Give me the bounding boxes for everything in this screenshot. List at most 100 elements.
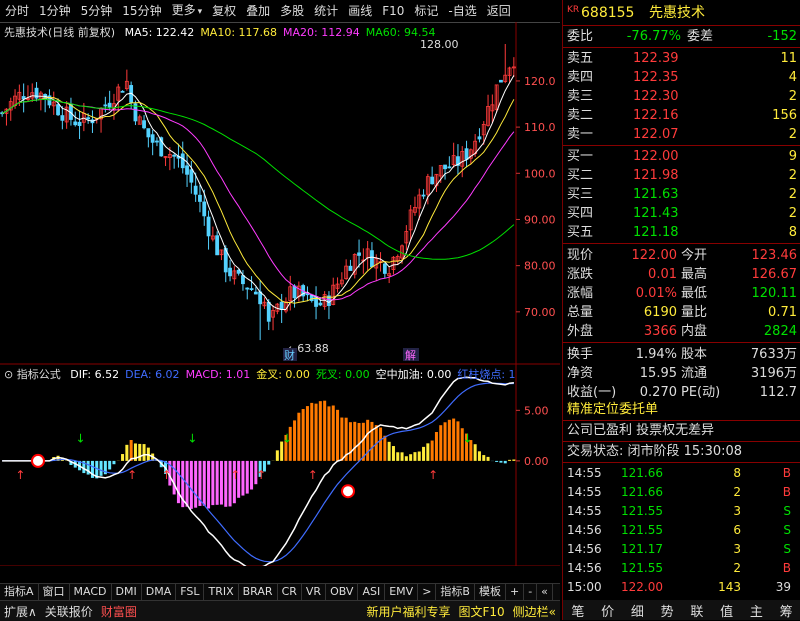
tab-2[interactable]: MACD [70,584,112,600]
tab-14[interactable]: 指标B [436,584,475,600]
menu-item-7[interactable]: 多股 [275,0,309,22]
menu-item-1[interactable]: 1分钟 [34,0,76,22]
status-left-1[interactable]: 关联报价 [41,603,97,620]
status-left-2[interactable]: 财富圈 [97,603,141,620]
candle-body [292,285,297,299]
quote-label-a: 现价 [567,248,594,263]
panel-tab-0[interactable]: 笔 [571,601,584,620]
trade-time: 15:00 [567,580,602,594]
tab-5[interactable]: FSL [176,584,205,600]
sell-row-1[interactable]: 卖四 122.35 4 [563,68,800,87]
menu-item-10[interactable]: F10 [377,0,409,22]
status-right-2[interactable]: 侧边栏« [509,603,560,620]
menu-item-11[interactable]: 标记 [409,0,443,22]
buy-row-3[interactable]: 买四 121.43 2 [563,204,800,223]
tab-18[interactable]: « [537,584,553,600]
tab-0[interactable]: 指标A [0,584,39,600]
sell-row-4[interactable]: 卖一 122.07 2 [563,125,800,144]
candle-body [245,287,250,290]
quote-value-a: 122.00 [631,248,678,263]
info-line-1[interactable]: 精准定位委托单 [567,400,658,419]
candle-body [357,252,361,256]
menu-item-0[interactable]: 分时 [0,0,34,22]
menu-item-13[interactable]: 返回 [482,0,516,22]
tab-15[interactable]: 模板 [475,584,506,600]
indicator-legend-1: DEA: 6.02 [125,368,180,381]
tab-9[interactable]: VR [302,584,327,600]
tab-6[interactable]: TRIX [204,584,239,600]
sell-row-2[interactable]: 卖三 122.30 2 [563,87,800,106]
menu-item-8[interactable]: 统计 [309,0,343,22]
trade-time: 14:55 [567,485,602,499]
indicator-collapse-icon[interactable]: ⊙ [4,368,13,381]
buy-row-0[interactable]: 买一 122.00 9 [563,147,800,166]
tab-13[interactable]: > [418,584,437,600]
candle-body [279,301,284,311]
info-row-3: 交易状态: 闭市阶段 15:30:08 [563,442,800,461]
buy-arrow-icon: ↑ [15,468,25,482]
status-right-1[interactable]: 图文F10 [454,603,508,620]
panel-tab-5[interactable]: 值 [720,601,733,620]
tab-16[interactable]: + [506,584,525,600]
tab-1[interactable]: 窗口 [39,584,70,600]
quote-row-6: 净资 15.95 流通 3196万 [563,364,800,383]
quote-value-b: 120.11 [751,286,798,301]
status-right-0[interactable]: 新用户福利专享 [362,603,454,620]
candle-body [146,128,151,138]
tab-8[interactable]: CR [278,584,302,600]
info-row-1[interactable]: 精准定位委托单 [563,400,800,419]
panel-tab-1[interactable]: 价 [601,601,614,620]
menu-item-4[interactable]: 更多 ▾ [167,0,208,23]
info-line-2: 公司已盈利 投票权无差异 [567,423,715,438]
quote-value-b: 7633万 [750,347,797,362]
candle-body [193,185,198,195]
tab-17[interactable]: - [524,584,538,600]
panel-tab-4[interactable]: 联 [690,601,703,620]
plus-signal-icon [341,484,355,499]
menu-item-2[interactable]: 5分钟 [76,0,118,22]
panel-tab-6[interactable]: 主 [750,601,763,620]
buy-volume: 8 [788,225,797,240]
buy-arrow-icon: ↑ [230,468,240,482]
quote-label-a: 换手 [567,347,594,362]
kline-chart[interactable]: 120.0110.0100.090.0080.0070.00128.00←63.… [0,22,560,566]
quote-value-b: 123.46 [751,248,798,263]
trade-side: S [783,523,791,537]
tab-4[interactable]: DMA [142,584,177,600]
buy-row-4[interactable]: 买五 121.18 8 [563,223,800,242]
indicator-title[interactable]: 指标公式 [17,368,61,381]
sell-volume: 156 [772,108,797,123]
trade-row-1: 14:55 121.66 2 B [563,483,800,502]
menu-item-12[interactable]: -自选 [443,0,481,22]
candle-body [185,165,189,175]
status-left-0[interactable]: 扩展∧ [0,603,41,620]
panel-tab-7[interactable]: 筹 [780,601,793,620]
tab-11[interactable]: ASI [358,584,386,600]
sell-row-0[interactable]: 卖五 122.39 11 [563,49,800,68]
menu-item-3[interactable]: 15分钟 [117,0,166,22]
sell-row-3[interactable]: 卖二 122.16 156 [563,106,800,125]
menu-item-9[interactable]: 画线 [343,0,377,22]
sell-arrow-icon: ↓ [463,432,473,446]
trade-time: 14:56 [567,561,602,575]
trade-side: S [783,542,791,556]
buy-row-2[interactable]: 买三 121.63 2 [563,185,800,204]
ind-tick-label: 5.00 [524,404,549,417]
candle-body [253,291,258,295]
status-bar: 扩展∧ 关联报价 财富圈 新用户福利专享 图文F10 侧边栏« [0,600,560,621]
candle-body [443,164,447,170]
panel-tab-3[interactable]: 势 [661,601,674,620]
menu-item-6[interactable]: 叠加 [241,0,275,22]
tab-10[interactable]: OBV [326,584,359,600]
tab-7[interactable]: BRAR [239,584,278,600]
candle-body [155,140,159,143]
tab-3[interactable]: DMI [112,584,142,600]
candle-body [430,176,435,185]
indicator-legend-5: 空中加油: 0.00 [375,368,452,381]
candle-body [150,134,155,143]
quote-label-a: 净资 [567,366,594,381]
tab-12[interactable]: EMV [385,584,419,600]
panel-tab-2[interactable]: 细 [631,601,644,620]
buy-row-1[interactable]: 买二 121.98 2 [563,166,800,185]
menu-item-5[interactable]: 复权 [207,0,241,22]
